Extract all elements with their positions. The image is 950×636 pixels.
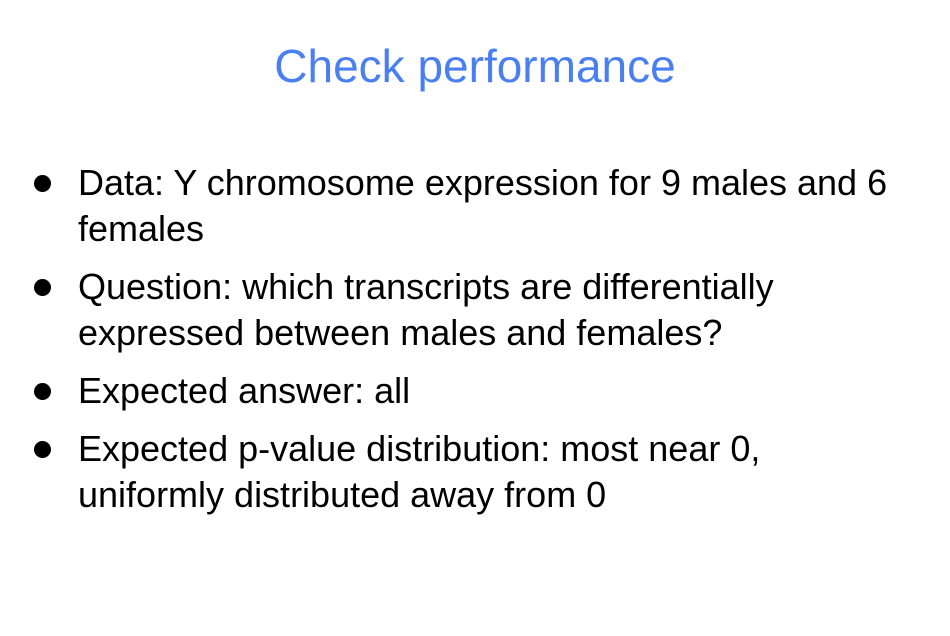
bullet-text: Question: which transcripts are differen… [78, 266, 774, 353]
bullet-item-expected-distribution: Expected p-value distribution: most near… [0, 426, 950, 518]
bullet-dot-icon [34, 441, 51, 458]
bullet-item-question: Question: which transcripts are differen… [0, 264, 950, 356]
bullet-list: Data: Y chromosome expression for 9 male… [0, 160, 950, 530]
bullet-text: Expected answer: all [78, 370, 411, 411]
bullet-dot-icon [34, 383, 51, 400]
bullet-dot-icon [34, 279, 51, 296]
bullet-text: Data: Y chromosome expression for 9 male… [78, 162, 888, 249]
slide-title: Check performance [274, 40, 676, 92]
slide: Check performance Data: Y chromosome exp… [0, 0, 950, 636]
bullet-item-expected-answer: Expected answer: all [0, 368, 950, 414]
bullet-text: Expected p-value distribution: most near… [78, 428, 761, 515]
bullet-item-data: Data: Y chromosome expression for 9 male… [0, 160, 950, 252]
bullet-dot-icon [34, 175, 51, 192]
